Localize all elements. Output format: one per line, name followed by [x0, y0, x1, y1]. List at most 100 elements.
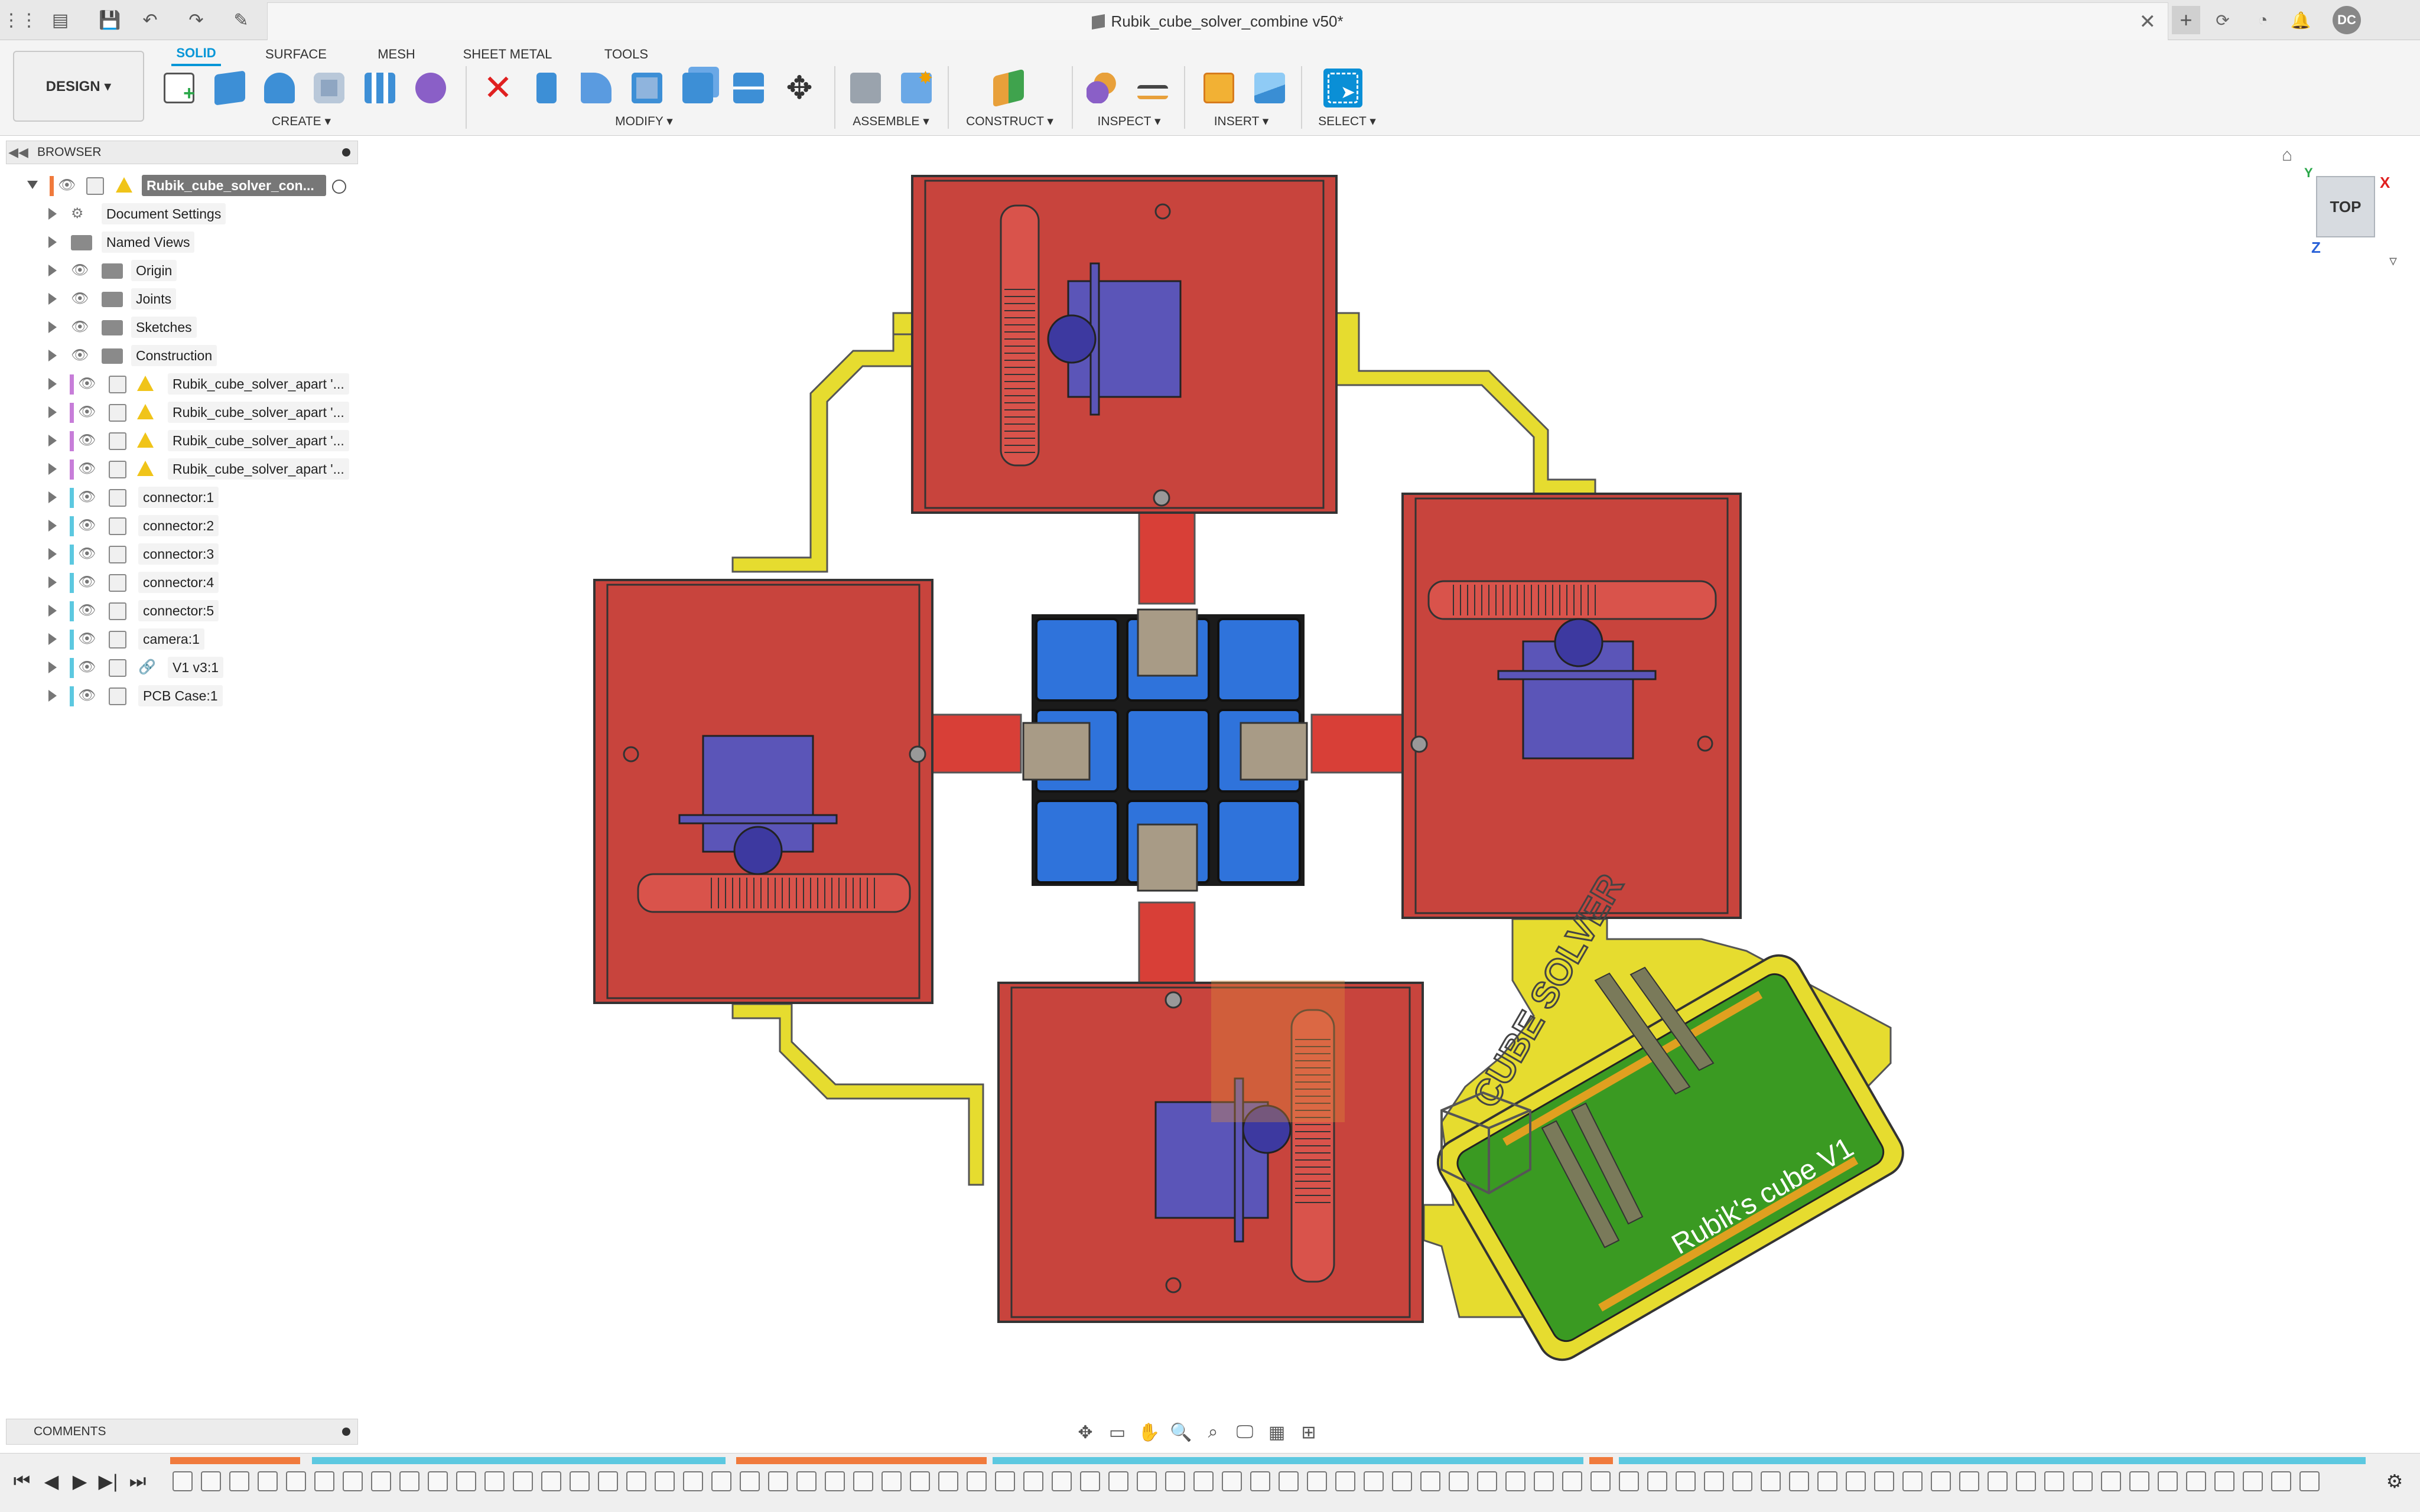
new-component-icon[interactable] — [846, 69, 885, 107]
timeline-feature-icon[interactable] — [1193, 1471, 1214, 1491]
view-options-icon[interactable]: ▿ — [2389, 252, 2397, 270]
timeline-feature-icon[interactable] — [598, 1471, 618, 1491]
modify-group-label[interactable]: MODIFY ▾ — [603, 112, 685, 130]
extrude-icon[interactable] — [210, 69, 249, 107]
browser-item-pcb-case-1[interactable]: 👁 PCB Case:1 — [0, 683, 360, 709]
timeline-feature-icon[interactable] — [655, 1471, 675, 1491]
browser-item-v1-v3-1[interactable]: 👁 🔗 V1 v3:1 — [0, 654, 360, 680]
delete-icon[interactable]: ✕ — [479, 69, 518, 107]
timeline-feature-icon[interactable] — [1761, 1471, 1781, 1491]
expand-caret-icon[interactable] — [48, 265, 57, 276]
visibility-eye-icon[interactable]: 👁 — [78, 490, 98, 504]
expand-caret-icon[interactable] — [48, 321, 57, 333]
redo-icon[interactable]: ↷ — [183, 7, 209, 33]
browser-item-label[interactable]: V1 v3:1 — [168, 657, 223, 678]
create-form-icon[interactable] — [411, 69, 450, 107]
timeline-feature-icon[interactable] — [1250, 1471, 1270, 1491]
timeline-feature-icon[interactable] — [882, 1471, 902, 1491]
expand-caret-icon[interactable] — [48, 293, 57, 305]
timeline-feature-icon[interactable] — [541, 1471, 561, 1491]
tab-surface[interactable]: SURFACE — [264, 43, 328, 66]
timeline-feature-icon[interactable] — [1023, 1471, 1043, 1491]
timeline-feature-icon[interactable] — [1676, 1471, 1696, 1491]
timeline-feature-icon[interactable] — [910, 1471, 930, 1491]
move-copy-icon[interactable]: ✥ — [780, 69, 819, 107]
browser-item-label[interactable]: Origin — [131, 260, 177, 281]
timeline-feature-icon[interactable] — [1534, 1471, 1554, 1491]
revolve-icon[interactable] — [260, 69, 299, 107]
expand-caret-icon[interactable] — [48, 605, 57, 617]
browser-root-label[interactable]: Rubik_cube_solver_con... — [142, 175, 326, 196]
timeline-play-icon[interactable]: ▶ — [66, 1468, 93, 1495]
timeline-feature-icon[interactable] — [201, 1471, 221, 1491]
browser-item-origin[interactable]: 👁 Origin — [0, 258, 360, 284]
timeline-feature-icon[interactable] — [1477, 1471, 1497, 1491]
timeline-feature-icon[interactable] — [1279, 1471, 1299, 1491]
browser-item-rubik-cube-solver-apart[interactable]: 👁 Rubik_cube_solver_apart '... — [0, 456, 360, 482]
timeline-feature-icon[interactable] — [796, 1471, 817, 1491]
browser-header[interactable]: ◀◀ BROWSER — [6, 141, 358, 164]
orbit-icon[interactable]: ✥ — [1073, 1420, 1098, 1445]
browser-item-label[interactable]: connector:1 — [138, 487, 219, 508]
timeline-feature-icon[interactable] — [967, 1471, 987, 1491]
timeline-feature-icon[interactable] — [1846, 1471, 1866, 1491]
browser-root-row[interactable]: 👁 Rubik_cube_solver_con... — [0, 172, 360, 198]
visibility-eye-icon[interactable]: 👁 — [71, 292, 91, 306]
insert-group-label[interactable]: INSERT ▾ — [1197, 112, 1286, 130]
timeline-feature-icon[interactable] — [853, 1471, 873, 1491]
display-settings-icon[interactable]: 🖵 — [1232, 1420, 1257, 1445]
timeline-feature-icon[interactable] — [2299, 1471, 2320, 1491]
visibility-eye-icon[interactable]: 👁 — [78, 575, 98, 589]
measure-icon[interactable] — [1133, 69, 1172, 107]
expand-caret-icon[interactable] — [48, 491, 57, 503]
expand-caret-icon[interactable] — [48, 378, 57, 390]
edit-pencil-icon[interactable]: ✎ — [228, 7, 254, 33]
expand-caret-icon[interactable] — [48, 350, 57, 361]
undo-icon[interactable]: ↶ — [137, 7, 163, 33]
timeline-feature-icon[interactable] — [711, 1471, 731, 1491]
browser-item-construction[interactable]: 👁 Construction — [0, 343, 360, 369]
browser-item-label[interactable]: connector:3 — [138, 543, 219, 565]
timeline-feature-icon[interactable] — [1704, 1471, 1724, 1491]
tab-tools[interactable]: TOOLS — [601, 43, 651, 66]
timeline-feature-icon[interactable] — [1420, 1471, 1440, 1491]
browser-item-label[interactable]: connector:5 — [138, 600, 219, 621]
new-tab-button[interactable]: + — [2172, 6, 2200, 34]
timeline-feature-icon[interactable] — [1902, 1471, 1923, 1491]
zoom-icon[interactable]: 🔍 — [1169, 1420, 1193, 1445]
timeline-feature-icon[interactable] — [1307, 1471, 1327, 1491]
timeline-feature-icon[interactable] — [1165, 1471, 1185, 1491]
expand-caret-icon[interactable] — [48, 633, 57, 645]
view-cube[interactable]: TOP — [2316, 176, 2375, 237]
timeline-feature-icon[interactable] — [399, 1471, 419, 1491]
timeline-feature-icon[interactable] — [740, 1471, 760, 1491]
split-body-icon[interactable] — [729, 69, 768, 107]
expand-caret-icon[interactable] — [48, 406, 57, 418]
browser-item-rubik-cube-solver-apart[interactable]: 👁 Rubik_cube_solver_apart '... — [0, 371, 360, 397]
expand-caret-icon[interactable] — [48, 236, 57, 248]
timeline-feature-icon[interactable] — [626, 1471, 646, 1491]
timeline-feature-icon[interactable] — [1562, 1471, 1582, 1491]
expand-caret-icon[interactable] — [48, 662, 57, 673]
expand-caret-icon[interactable] — [48, 208, 57, 220]
browser-item-label[interactable]: Sketches — [131, 317, 197, 338]
visibility-eye-icon[interactable]: 👁 — [78, 377, 98, 391]
workspace-switcher-button[interactable]: DESIGN ▾ — [13, 51, 144, 122]
timeline-feature-icon[interactable] — [1619, 1471, 1639, 1491]
browser-item-rubik-cube-solver-apart[interactable]: 👁 Rubik_cube_solver_apart '... — [0, 428, 360, 454]
create-sketch-icon[interactable]: + — [160, 69, 199, 107]
close-tab-icon[interactable]: ✕ — [2139, 10, 2156, 34]
insert-image-icon[interactable] — [1250, 69, 1289, 107]
timeline-feature-icon[interactable] — [2101, 1471, 2121, 1491]
visibility-eye-icon[interactable]: 👁 — [78, 434, 98, 448]
timeline-feature-icon[interactable] — [768, 1471, 788, 1491]
expand-caret-icon[interactable] — [48, 520, 57, 532]
timeline-feature-icon[interactable] — [1931, 1471, 1951, 1491]
browser-item-document-settings[interactable]: ⚙ Document Settings — [0, 201, 360, 227]
timeline-feature-icon[interactable] — [825, 1471, 845, 1491]
timeline-feature-icon[interactable] — [1789, 1471, 1809, 1491]
save-icon[interactable]: 💾 — [97, 7, 123, 33]
assemble-group-label[interactable]: ASSEMBLE ▾ — [846, 112, 936, 130]
combine-icon[interactable] — [678, 69, 717, 107]
browser-item-label[interactable]: connector:4 — [138, 572, 219, 593]
